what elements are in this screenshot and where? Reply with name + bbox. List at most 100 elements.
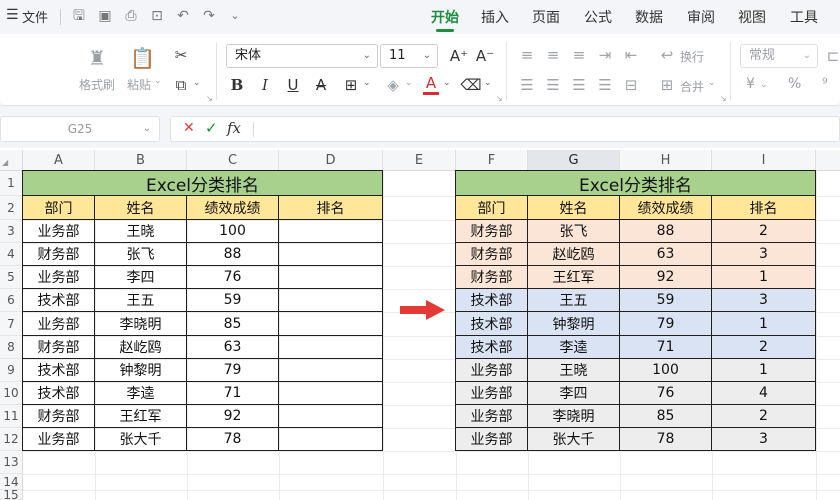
fill-color-icon[interactable]: ◈ xyxy=(382,74,404,96)
row-header-10[interactable]: 10 xyxy=(0,382,22,405)
chevron-down-icon[interactable]: ⌄ xyxy=(363,78,371,88)
left-table-data-cell[interactable]: 92 xyxy=(186,404,279,428)
right-table-data-cell[interactable]: 业务部 xyxy=(455,358,528,382)
left-table-data-cell[interactable] xyxy=(278,242,383,266)
column-header-h[interactable]: H xyxy=(620,150,712,171)
left-table-data-cell[interactable] xyxy=(278,404,383,428)
print-preview-icon[interactable]: ⊡ xyxy=(148,7,166,25)
row-header-1[interactable]: 1 xyxy=(0,171,22,196)
cell-style-icon[interactable]: ⊏ xyxy=(822,45,840,67)
confirm-icon[interactable]: ✓ xyxy=(205,119,218,137)
column-header-g[interactable]: G xyxy=(528,150,620,171)
right-table-data-cell[interactable]: 1 xyxy=(711,311,816,336)
left-table-data-cell[interactable]: 业务部 xyxy=(22,427,95,451)
right-table-data-cell[interactable]: 王红军 xyxy=(527,265,620,289)
row-header-2[interactable]: 2 xyxy=(0,196,22,220)
undo-icon[interactable]: ↶ xyxy=(174,7,192,25)
left-table-data-cell[interactable]: 李逵 xyxy=(94,381,187,405)
align-right-icon[interactable]: ☰ xyxy=(568,74,590,96)
cancel-icon[interactable]: ✕ xyxy=(183,120,195,136)
right-table-data-cell[interactable]: 财务部 xyxy=(455,265,528,289)
left-table-data-cell[interactable]: 技术部 xyxy=(22,358,95,382)
left-table-header-cell[interactable]: 绩效成绩 xyxy=(186,195,279,220)
border-icon[interactable]: ⊞ xyxy=(340,74,362,96)
right-table-data-cell[interactable]: 3 xyxy=(711,242,816,266)
left-table-header-cell[interactable]: 姓名 xyxy=(94,195,187,220)
right-table-header-cell[interactable]: 姓名 xyxy=(527,195,620,220)
chevron-down-icon[interactable]: ⌄ xyxy=(143,117,151,141)
left-table-data-cell[interactable]: 88 xyxy=(186,242,279,266)
row-header-9[interactable]: 9 xyxy=(0,359,22,382)
left-table-data-cell[interactable]: 财务部 xyxy=(22,335,95,359)
tab-view[interactable]: 视图 xyxy=(738,7,766,27)
dialog-launcher-icon[interactable]: ↘ xyxy=(206,94,213,103)
name-box[interactable]: G25 ⌄ xyxy=(0,116,160,142)
right-table-data-cell[interactable]: 78 xyxy=(619,427,712,451)
strikethrough-icon[interactable]: A xyxy=(310,74,332,96)
number-format-select[interactable]: 常规 ⌄ xyxy=(740,44,818,68)
right-table-data-cell[interactable]: 2 xyxy=(711,404,816,428)
right-table-data-cell[interactable]: 李四 xyxy=(527,381,620,405)
clear-format-icon[interactable]: ⌫ xyxy=(460,74,482,96)
row-header-6[interactable]: 6 xyxy=(0,289,22,312)
dialog-launcher-icon[interactable]: ↘ xyxy=(496,94,503,103)
left-table-data-cell[interactable]: 李晓明 xyxy=(94,311,187,336)
chevron-down-icon[interactable]: ⌄ xyxy=(443,78,451,88)
left-table-header-cell[interactable]: 排名 xyxy=(278,195,383,220)
wrap-icon[interactable]: ↩ xyxy=(656,44,678,66)
right-table-header-cell[interactable]: 绩效成绩 xyxy=(619,195,712,220)
right-table-data-cell[interactable]: 技术部 xyxy=(455,311,528,336)
indent-icon[interactable]: ⇥ xyxy=(594,44,616,66)
right-table-data-cell[interactable]: 财务部 xyxy=(455,242,528,266)
bold-icon[interactable]: B xyxy=(226,74,248,96)
left-table-data-cell[interactable] xyxy=(278,265,383,289)
align-center-icon[interactable]: ☰ xyxy=(542,74,564,96)
left-table-data-cell[interactable]: 78 xyxy=(186,427,279,451)
export-pdf-icon[interactable]: ▣ xyxy=(96,7,114,25)
right-table-data-cell[interactable]: 3 xyxy=(711,288,816,312)
right-table-data-cell[interactable]: 张飞 xyxy=(527,219,620,243)
left-table-data-cell[interactable]: 张飞 xyxy=(94,242,187,266)
chevron-down-icon[interactable]: ⌄ xyxy=(484,78,492,88)
paste-icon[interactable]: 📋 xyxy=(130,46,155,70)
right-table-data-cell[interactable]: 李逵 xyxy=(527,335,620,359)
right-table-data-cell[interactable]: 2 xyxy=(711,219,816,243)
left-table-data-cell[interactable]: 赵屹鸥 xyxy=(94,335,187,359)
left-table-data-cell[interactable] xyxy=(278,219,383,243)
align-middle-icon[interactable]: ≡ xyxy=(542,44,564,66)
left-table-data-cell[interactable] xyxy=(278,311,383,336)
select-all-corner[interactable]: ◢ xyxy=(0,150,23,171)
currency-icon[interactable]: ¥ xyxy=(746,76,755,92)
chevron-down-icon[interactable]: ⌄ xyxy=(405,78,413,88)
wrap-label[interactable]: 换行 xyxy=(680,48,704,65)
merge-icon[interactable]: ⊞ xyxy=(656,74,678,96)
right-table-title-cell[interactable]: Excel分类排名 xyxy=(455,170,816,196)
column-header-c[interactable]: C xyxy=(187,150,279,171)
right-table-data-cell[interactable]: 3 xyxy=(711,427,816,451)
chevron-down-icon[interactable]: ⌄ xyxy=(226,7,244,25)
right-table-data-cell[interactable]: 88 xyxy=(619,219,712,243)
chevron-down-icon[interactable]: ⌄ xyxy=(708,78,716,88)
left-table-data-cell[interactable]: 85 xyxy=(186,311,279,336)
tab-page[interactable]: 页面 xyxy=(532,7,560,27)
right-table-data-cell[interactable]: 赵屹鸥 xyxy=(527,242,620,266)
right-table-data-cell[interactable]: 63 xyxy=(619,242,712,266)
left-table-data-cell[interactable] xyxy=(278,288,383,312)
right-table-data-cell[interactable]: 76 xyxy=(619,381,712,405)
right-table-data-cell[interactable]: 业务部 xyxy=(455,404,528,428)
left-table-data-cell[interactable]: 业务部 xyxy=(22,311,95,336)
left-table-data-cell[interactable]: 业务部 xyxy=(22,219,95,243)
right-table-data-cell[interactable]: 张大千 xyxy=(527,427,620,451)
row-header-15[interactable]: 15 xyxy=(0,489,22,500)
formula-input-area[interactable]: ✕ ✓ fx xyxy=(170,116,840,142)
font-size-select[interactable]: 11 ⌄ xyxy=(380,44,438,68)
align-top-icon[interactable]: ≡ xyxy=(516,44,538,66)
left-table-data-cell[interactable] xyxy=(278,358,383,382)
right-table-data-cell[interactable]: 王晓 xyxy=(527,358,620,382)
function-icon[interactable]: fx xyxy=(227,119,241,137)
decrease-font-icon[interactable]: A⁻ xyxy=(474,45,496,67)
row-header-5[interactable]: 5 xyxy=(0,266,22,289)
tab-review[interactable]: 审阅 xyxy=(687,7,715,27)
right-table-data-cell[interactable]: 4 xyxy=(711,381,816,405)
left-table-data-cell[interactable]: 王红军 xyxy=(94,404,187,428)
